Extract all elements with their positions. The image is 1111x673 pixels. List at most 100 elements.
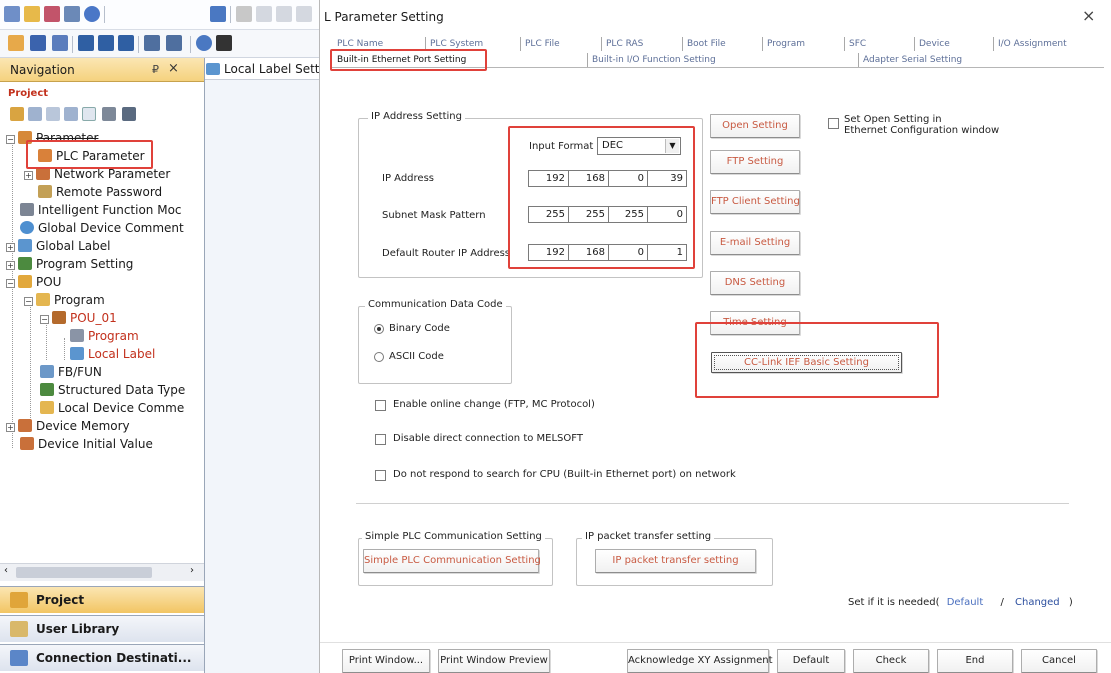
tree-item-parameter[interactable]: − Parameter [6,129,98,148]
tree-item-program[interactable]: Program [70,327,139,346]
tree-item-program-folder[interactable]: − Program [24,291,105,310]
tree-item-remote-password[interactable]: Remote Password [38,183,162,202]
ip-address-octet[interactable]: 168 [569,171,609,186]
tree-item-device-initial-value[interactable]: Device Initial Value [20,435,153,454]
email-setting-button[interactable]: E-mail Setting [710,231,800,255]
tree-item-fb-fun[interactable]: FB/FUN [40,363,102,382]
project-view-icon[interactable] [8,35,24,51]
tab-built-in-ethernet-port-setting[interactable]: Built-in Ethernet Port Setting [333,53,466,67]
monitor-icon[interactable] [98,35,114,51]
tab-boot-file[interactable]: Boot File [682,37,726,51]
expand-icon[interactable]: + [6,423,15,432]
bottom-tab-connection-destination[interactable]: Connection Destinati... [0,644,204,671]
ascii-code-radio[interactable] [374,352,384,362]
chevron-down-icon[interactable]: ▼ [665,139,679,153]
tab-program[interactable]: Program [762,37,805,51]
tab-plc-name[interactable]: PLC Name [333,37,383,51]
trace-icon[interactable] [166,35,182,51]
subnet-mask-octet[interactable]: 255 [609,207,648,222]
ftp-setting-button[interactable]: FTP Setting [710,150,800,174]
device-batch-icon[interactable] [78,35,94,51]
subnet-mask-octet[interactable]: 255 [569,207,609,222]
default-router-octet[interactable]: 192 [529,245,569,260]
subnet-mask-octet[interactable]: 0 [648,207,686,222]
move-data-icon[interactable] [64,107,78,121]
watch-icon[interactable] [118,35,134,51]
default-router-octet[interactable]: 1 [648,245,686,260]
cut-icon[interactable] [236,6,252,22]
close-project-icon[interactable] [44,6,60,22]
find-icon[interactable] [216,35,232,51]
tree-item-plc-parameter[interactable]: PLC Parameter [38,147,145,166]
help-icon[interactable] [84,6,100,22]
open-project-icon[interactable] [24,6,40,22]
tree-item-local-label[interactable]: Local Label [70,345,155,364]
new-data-icon[interactable] [10,107,24,121]
paste-icon[interactable] [276,6,292,22]
undo-icon[interactable] [296,6,312,22]
tab-device[interactable]: Device [914,37,950,51]
ip-packet-transfer-button[interactable]: IP packet transfer setting [595,549,756,573]
default-button[interactable]: Default [777,649,845,673]
default-router-field[interactable]: 192 168 0 1 [528,244,687,261]
window-icon[interactable] [30,35,46,51]
default-router-octet[interactable]: 0 [609,245,648,260]
no-respond-checkbox[interactable] [375,470,386,481]
acknowledge-xy-assignment-button[interactable]: Acknowledge XY Assignment [627,649,773,673]
cancel-button[interactable]: Cancel [1021,649,1097,673]
expand-icon[interactable]: + [6,261,15,270]
expand-icon[interactable]: + [6,243,15,252]
open-setting-window-checkbox[interactable] [828,118,839,129]
tab-io-assignment[interactable]: I/O Assignment [993,37,1067,51]
list-icon[interactable] [52,35,68,51]
ftp-client-setting-button[interactable]: FTP Client Setting [710,190,800,214]
diagnostics-icon[interactable] [196,35,212,51]
sort-icon[interactable] [102,107,116,121]
transfer-icon[interactable] [144,35,160,51]
tab-plc-ras[interactable]: PLC RAS [601,37,643,51]
subnet-mask-field[interactable]: 255 255 255 0 [528,206,687,223]
pin-icon[interactable]: ₽ [152,63,159,76]
tab-plc-file[interactable]: PLC File [520,37,560,51]
ip-address-octet[interactable]: 39 [648,171,686,186]
binary-code-radio[interactable] [374,324,384,334]
scroll-left-icon[interactable]: ‹ [4,565,8,576]
dns-setting-button[interactable]: DNS Setting [710,271,800,295]
print-window-preview-button[interactable]: Print Window Preview [438,649,550,673]
new-project-icon[interactable] [4,6,20,22]
properties-icon[interactable] [28,107,42,121]
horizontal-scrollbar[interactable]: ‹ › [0,563,204,581]
tab-adapter-serial-setting[interactable]: Adapter Serial Setting [858,53,962,67]
time-setting-button[interactable]: Time Setting [710,311,800,335]
close-icon[interactable]: × [1082,6,1095,25]
ip-address-octet[interactable]: 192 [529,171,569,186]
save-icon[interactable] [64,6,80,22]
dropdown-icon[interactable] [210,6,226,22]
collapse-icon[interactable]: − [6,135,15,144]
tree-item-structured-data-type[interactable]: Structured Data Type [40,381,185,400]
collapse-icon[interactable]: − [6,279,15,288]
collapse-icon[interactable]: − [24,297,33,306]
filter-icon[interactable] [122,107,136,121]
bottom-tab-project[interactable]: Project [0,586,204,613]
online-change-checkbox[interactable] [375,400,386,411]
tree-item-local-device-comment[interactable]: Local Device Comme [40,399,184,418]
input-format-select[interactable]: DEC ▼ [597,137,681,155]
scrollbar-thumb[interactable] [16,567,152,578]
tree-item-global-label[interactable]: + Global Label [6,237,110,256]
tab-built-in-io-function-setting[interactable]: Built-in I/O Function Setting [587,53,716,67]
check-button[interactable]: Check [853,649,929,673]
subnet-mask-octet[interactable]: 255 [529,207,569,222]
tree-item-pou-01[interactable]: − POU_01 [40,309,117,328]
ip-address-field[interactable]: 192 168 0 39 [528,170,687,187]
collapse-icon[interactable]: − [40,315,49,324]
tree-item-global-device-comment[interactable]: Global Device Comment [20,219,184,238]
delete-data-icon[interactable] [82,107,96,121]
tree-item-device-memory[interactable]: + Device Memory [6,417,130,436]
simple-plc-communication-button[interactable]: Simple PLC Communication Setting [363,549,541,573]
ip-address-octet[interactable]: 0 [609,171,648,186]
print-window-button[interactable]: Print Window... [342,649,430,673]
disable-direct-checkbox[interactable] [375,434,386,445]
tree-item-pou[interactable]: − POU [6,273,61,292]
copy-icon[interactable] [256,6,272,22]
